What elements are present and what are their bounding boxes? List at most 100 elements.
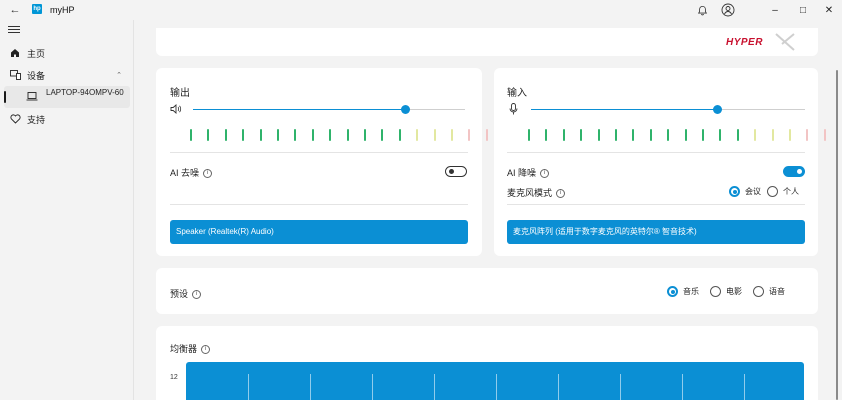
meter-bar: [485, 129, 488, 141]
svg-text:HYPER: HYPER: [726, 37, 763, 48]
meter-bar: [294, 129, 297, 141]
preset-movie-radio[interactable]: 电影: [710, 286, 742, 297]
scrollbar[interactable]: [836, 70, 838, 400]
meter-bar: [364, 129, 366, 141]
sidebar-item-support[interactable]: 支持: [0, 110, 134, 128]
preset-row: 预设 i: [170, 287, 202, 300]
input-ai-noise-row: AI 降噪 i: [507, 166, 550, 179]
meter-bar: [667, 129, 670, 141]
title-bar: ← hp myHP – □ ✕: [0, 0, 842, 20]
meter-bar: [528, 129, 530, 141]
mic-mode-meeting-radio[interactable]: 会议: [729, 186, 761, 197]
divider: [170, 204, 468, 205]
meter-bar: [277, 129, 279, 141]
meter-bar: [451, 129, 453, 141]
output-ai-noise-toggle[interactable]: [445, 166, 467, 177]
hamburger-menu-icon[interactable]: [8, 24, 20, 36]
meter-bar: [545, 129, 548, 141]
meter-bar: [242, 129, 245, 141]
input-ai-noise-label: AI 降噪: [507, 168, 537, 178]
equalizer-band-line: [682, 374, 683, 400]
equalizer-band-line: [496, 374, 497, 400]
preset-voice-radio[interactable]: 语音: [753, 286, 785, 297]
radio-label: 音乐: [683, 287, 699, 296]
meter-bar: [259, 129, 262, 141]
input-volume-thumb[interactable]: [712, 105, 722, 114]
input-level-meter: [528, 129, 826, 141]
sidebar-item-label: 设备: [27, 70, 46, 81]
radio-label: 电影: [726, 287, 742, 296]
back-arrow-icon[interactable]: ←: [8, 3, 22, 17]
mic-mode-personal-radio[interactable]: 个人: [767, 186, 799, 197]
info-icon[interactable]: i: [203, 169, 213, 179]
info-icon[interactable]: i: [192, 290, 202, 300]
equalizer-row: 均衡器 i: [170, 342, 211, 355]
meter-bar: [806, 129, 809, 141]
equalizer-graph[interactable]: [186, 362, 804, 400]
devices-icon: [9, 69, 21, 81]
meter-bar: [736, 129, 739, 141]
output-ai-noise-label: AI 去噪: [170, 168, 200, 178]
minimize-button[interactable]: –: [760, 0, 790, 20]
meter-bar: [684, 129, 687, 141]
divider: [507, 204, 805, 205]
radio-label: 个人: [783, 187, 799, 196]
meter-bar: [649, 129, 652, 141]
output-volume-slider[interactable]: [193, 105, 465, 114]
equalizer-title: 均衡器: [170, 344, 198, 354]
bell-icon[interactable]: [694, 2, 710, 18]
input-ai-noise-toggle[interactable]: [783, 166, 805, 177]
preset-title: 预设: [170, 289, 189, 299]
selection-indicator: [4, 91, 6, 103]
output-level-meter: [190, 129, 488, 141]
support-heart-icon: [9, 113, 21, 125]
meter-bar: [789, 129, 791, 141]
brand-card: HYPER: [156, 28, 818, 56]
output-card: 输出 AI 去噪 i Speaker (Realtek(R) Audio): [156, 68, 488, 256]
meter-bar: [416, 129, 419, 141]
input-volume-fill: [531, 109, 718, 110]
meter-bar: [615, 129, 617, 141]
output-volume-thumb[interactable]: [400, 105, 410, 114]
hp-logo-icon: hp: [32, 4, 42, 14]
output-device-select[interactable]: Speaker (Realtek(R) Audio): [170, 220, 468, 244]
info-icon[interactable]: i: [201, 345, 211, 355]
home-icon: [9, 47, 21, 59]
chevron-up-icon[interactable]: ⌃: [116, 71, 122, 79]
app-title: myHP: [50, 5, 75, 15]
input-device-select[interactable]: 麦克风阵列 (适用于数字麦克风的英特尔® 智音技术): [507, 220, 805, 244]
mic-mode-row: 麦克风模式 i: [507, 186, 566, 199]
radio-label: 语音: [769, 287, 785, 296]
info-icon[interactable]: i: [540, 169, 550, 179]
meter-bar: [468, 129, 471, 141]
laptop-icon: [26, 92, 38, 102]
meter-bar: [329, 129, 332, 141]
sidebar-item-home[interactable]: 主页: [0, 44, 134, 62]
output-volume-fill: [193, 109, 406, 110]
sidebar-item-label: 支持: [27, 114, 46, 125]
close-button[interactable]: ✕: [814, 0, 842, 20]
equalizer-band-line: [558, 374, 559, 400]
meter-bar: [719, 129, 722, 141]
equalizer-band-line: [248, 374, 249, 400]
meter-bar: [597, 129, 600, 141]
meter-bar: [398, 129, 401, 141]
meter-bar: [562, 129, 565, 141]
sidebar: 主页 设备 ⌃ LAPTOP-94OMPV-60 支持: [0, 20, 134, 400]
account-icon[interactable]: [720, 2, 736, 18]
sidebar-item-label: 主页: [27, 48, 46, 59]
sidebar-item-device[interactable]: LAPTOP-94OMPV-60: [4, 86, 130, 108]
preset-music-radio[interactable]: 音乐: [667, 286, 699, 297]
info-icon[interactable]: i: [556, 189, 566, 199]
preset-card: 预设 i 音乐 电影 语音: [156, 268, 818, 314]
sidebar-item-devices[interactable]: 设备 ⌃: [0, 66, 134, 84]
output-title: 输出: [170, 88, 190, 99]
mic-mode-label: 麦克风模式: [507, 188, 553, 198]
divider: [507, 152, 805, 153]
device-name: LAPTOP-94OMPV-60: [46, 88, 124, 97]
output-ai-noise-row: AI 去噪 i: [170, 166, 213, 179]
equalizer-band-line: [744, 374, 745, 400]
equalizer-band-line: [310, 374, 311, 400]
input-volume-slider[interactable]: [531, 105, 805, 114]
radio-label: 会议: [745, 187, 761, 196]
